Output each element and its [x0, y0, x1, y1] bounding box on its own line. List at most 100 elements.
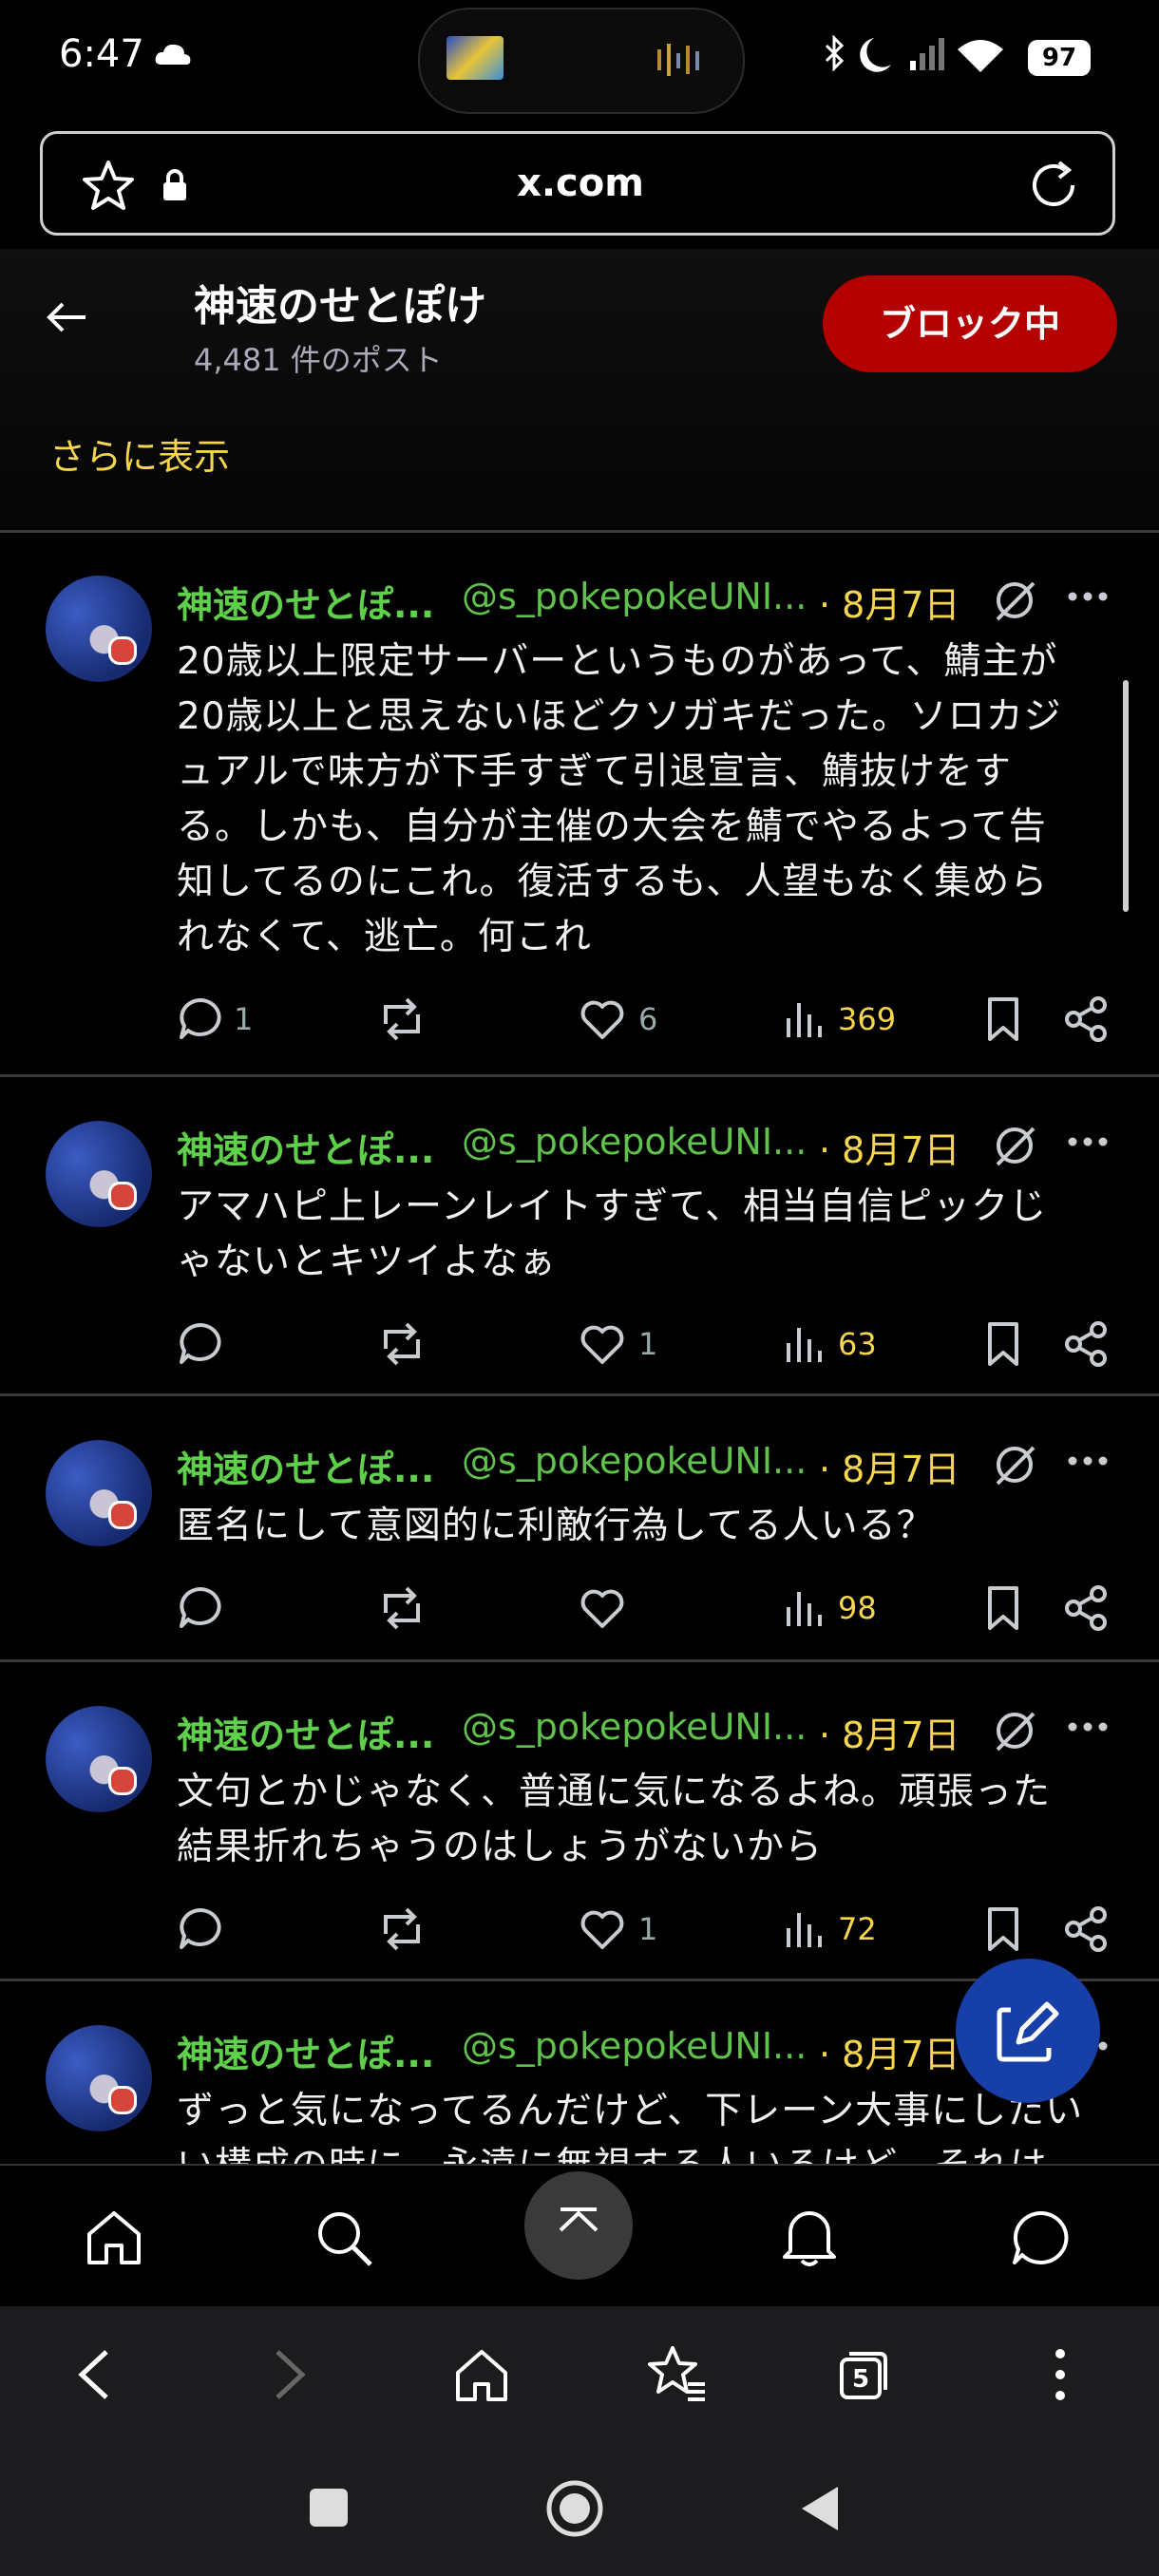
post-text-line: アマハピ上レーンレイトすぎて、相当自信ピックじ [177, 1185, 1048, 1228]
browser-forward-icon[interactable] [270, 2346, 312, 2403]
share-icon[interactable] [1062, 995, 1110, 1043]
post-text-line: 20歳以上限定サーバーというものがあって、鯖主が [177, 640, 1058, 683]
post-text-line: 20歳以上と思えないほどクソガキだった。ソロカジ [177, 695, 1062, 738]
favorites-icon[interactable] [644, 2344, 709, 2405]
post-author-name[interactable]: 神速のせとぽ... [177, 2025, 434, 2077]
home-icon[interactable] [84, 2207, 144, 2268]
post-text-line: ゃないとキツイよなぁ [177, 1241, 558, 1283]
avatar[interactable] [46, 2025, 152, 2131]
post-text-line: れなくて、逃亡。何これ [177, 916, 592, 958]
browser-back-icon[interactable] [72, 2346, 114, 2403]
post-date[interactable]: · 8月7日 [819, 1440, 960, 1492]
notifications-bell-icon[interactable] [779, 2206, 840, 2268]
post-text-line: ュアルで味方が下手すぎて引退宣言、鯖抜けをす [177, 750, 1012, 793]
system-back-triangle-icon[interactable] [798, 2485, 842, 2532]
compose-icon [997, 2001, 1059, 2062]
post-author-handle[interactable]: @s_pokepokeUNI... [462, 576, 807, 617]
more-options-icon[interactable] [1066, 1453, 1110, 1468]
browser-home-icon[interactable] [452, 2346, 511, 2405]
post-author-handle[interactable]: @s_pokepokeUNI... [462, 2025, 807, 2067]
post-text-line: 文句とかじゃなく、普通に気になるよね。頑張った [177, 1771, 1052, 1813]
post-date[interactable]: · 8月7日 [819, 2025, 960, 2077]
reply-icon[interactable] [177, 1584, 224, 1632]
browser-toolbar: 5 [0, 2306, 1159, 2443]
reply-icon[interactable] [177, 1320, 224, 1368]
more-options-icon[interactable] [1066, 1134, 1110, 1149]
chevron-up-icon [559, 2207, 598, 2232]
scrollbar[interactable] [1123, 680, 1129, 912]
reply-count: 1 [234, 1001, 254, 1037]
repost-icon[interactable] [376, 1320, 428, 1368]
post-date[interactable]: · 8月7日 [819, 576, 960, 628]
system-navigation-bar [0, 2443, 1159, 2576]
bookmark-icon[interactable] [982, 1584, 1024, 1632]
share-icon[interactable] [1062, 1584, 1110, 1632]
like-heart-icon[interactable] [578, 1584, 627, 1632]
like-heart-icon[interactable] [578, 1905, 627, 1953]
post-text-line: る。しかも、自分が主催の大会を鯖でやるよって告 [177, 805, 1047, 848]
tabs-button[interactable]: 5 [836, 2348, 891, 2403]
post-text-line: 知してるのにこれ。復活するも、人望もなく集めら [177, 861, 1049, 903]
bookmark-icon[interactable] [982, 1905, 1024, 1953]
view-count: 72 [838, 1911, 877, 1947]
views-chart-icon[interactable] [783, 995, 825, 1043]
post-author-handle[interactable]: @s_pokepokeUNI... [462, 1706, 807, 1748]
home-circle-icon[interactable] [545, 2479, 604, 2538]
views-chart-icon[interactable] [783, 1320, 825, 1368]
post-text-line: い構成の時に、永遠に無視する人いるけど、それは [177, 2139, 1108, 2164]
avatar[interactable] [46, 1706, 152, 1812]
avatar[interactable] [46, 1121, 152, 1227]
divider [0, 1393, 1159, 1396]
views-chart-icon[interactable] [783, 1584, 825, 1632]
post-date[interactable]: · 8月7日 [819, 1706, 960, 1758]
more-options-icon[interactable] [1066, 589, 1110, 604]
repost-icon[interactable] [376, 1584, 428, 1632]
like-count: 1 [638, 1326, 658, 1362]
repost-icon[interactable] [376, 1905, 428, 1953]
post-text: 文句とかじゃなく、普通に気になるよね。頑張った 結果折れちゃうのはしょうがないから [177, 1765, 1108, 1875]
post-date[interactable]: · 8月7日 [819, 1121, 960, 1173]
grok-slash-icon[interactable] [990, 1440, 1039, 1489]
views-chart-icon[interactable] [783, 1905, 825, 1953]
more-options-icon[interactable] [1066, 1719, 1110, 1734]
avatar[interactable] [46, 576, 152, 682]
like-count: 6 [638, 1001, 658, 1037]
post-text: 匿名にして意図的に利敵行為してる人いる？ [177, 1499, 1108, 1554]
share-icon[interactable] [1062, 1905, 1110, 1953]
like-count: 1 [638, 1911, 658, 1947]
post-text: 20歳以上限定サーバーというものがあって、鯖主が 20歳以上と思えないほどクソガキ… [177, 635, 1108, 965]
post-author-name[interactable]: 神速のせとぽ... [177, 1121, 434, 1173]
view-count: 63 [838, 1326, 877, 1362]
post-text-line: 匿名にして意図的に利敵行為してる人いる？ [177, 1505, 935, 1547]
post-author-handle[interactable]: @s_pokepokeUNI... [462, 1440, 807, 1482]
messages-icon[interactable] [1009, 2207, 1072, 2268]
tab-count: 5 [851, 2365, 870, 2394]
avatar[interactable] [46, 1440, 152, 1546]
grok-slash-icon[interactable] [990, 576, 1039, 625]
scroll-to-top-button[interactable] [524, 2171, 633, 2280]
compose-post-button[interactable] [956, 1959, 1100, 2103]
post-author-name[interactable]: 神速のせとぽ... [177, 1440, 434, 1492]
view-count: 98 [838, 1590, 877, 1626]
post-text-line: 結果折れちゃうのはしょうがないから [177, 1826, 824, 1868]
post-author-name[interactable]: 神速のせとぽ... [177, 1706, 434, 1758]
post-author-handle[interactable]: @s_pokepokeUNI... [462, 1121, 807, 1163]
grok-slash-icon[interactable] [990, 1706, 1039, 1755]
divider [0, 1659, 1159, 1662]
share-icon[interactable] [1062, 1320, 1110, 1368]
reply-icon[interactable] [177, 995, 224, 1043]
like-heart-icon[interactable] [578, 995, 627, 1043]
more-menu-icon[interactable] [1049, 2346, 1072, 2403]
like-heart-icon[interactable] [578, 1320, 627, 1368]
recents-square-icon[interactable] [308, 2487, 350, 2529]
post-text: アマハピ上レーンレイトすぎて、相当自信ピックじ ゃないとキツイよなぁ [177, 1180, 1108, 1290]
repost-icon[interactable] [376, 995, 428, 1043]
bookmark-icon[interactable] [982, 995, 1024, 1043]
divider [0, 1074, 1159, 1077]
bookmark-icon[interactable] [982, 1320, 1024, 1368]
reply-icon[interactable] [177, 1905, 224, 1953]
view-count: 369 [838, 1001, 897, 1037]
post-author-name[interactable]: 神速のせとぽ... [177, 576, 434, 628]
grok-slash-icon[interactable] [990, 1121, 1039, 1170]
search-icon[interactable] [314, 2207, 374, 2268]
